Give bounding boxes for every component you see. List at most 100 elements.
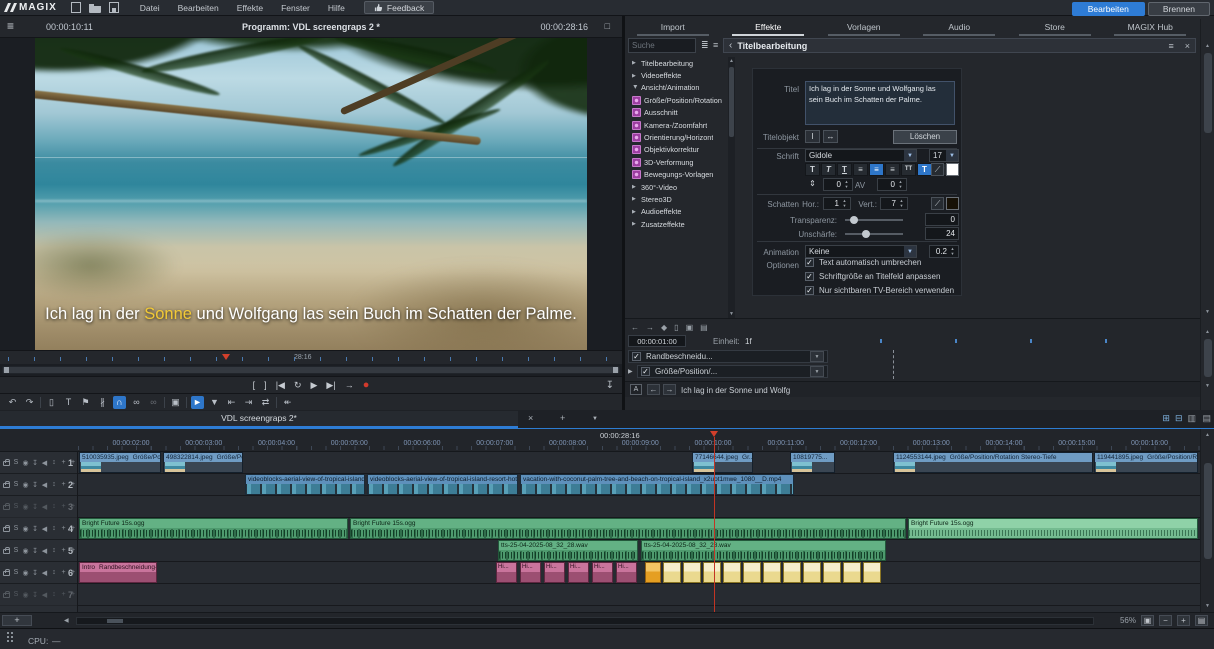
visibility-icon[interactable]: ◉ (22, 591, 29, 599)
clip[interactable]: Hi... (520, 562, 541, 583)
clip[interactable]: 77146644.jpegGr... (692, 452, 753, 473)
timeline-vertical-scrollbar[interactable]: ▲ ▼ (1200, 429, 1214, 612)
tab-audio[interactable]: Audio (912, 19, 1008, 36)
spinner-arrows-icon[interactable]: ▲▼ (948, 246, 957, 256)
clip[interactable]: 1124553144.jpegGröße/Position/Rotation S… (893, 452, 1093, 473)
keyframe-row-crop[interactable]: ✓ Randbeschneidu... ▼ (628, 350, 828, 363)
spinner-arrows-icon[interactable]: ▲▼ (897, 198, 906, 208)
panel-toggle-icon[interactable]: ▤ (1202, 413, 1211, 424)
visibility-icon[interactable]: ◉ (22, 503, 29, 511)
group-button[interactable]: ▣ (169, 396, 182, 409)
solo-button[interactable]: S (13, 459, 20, 466)
fade-icon[interactable]: ↧ (32, 569, 39, 577)
lock-icon[interactable] (3, 549, 10, 554)
panel-scrollbar[interactable]: ▲ ▼ ▲ ▼ (1200, 19, 1214, 410)
kf-next-button[interactable]: → (646, 323, 654, 332)
mode-edit-button[interactable]: Bearbeiten (1072, 2, 1145, 16)
back-icon[interactable]: ‹ (729, 40, 732, 51)
jump-start-button[interactable]: |◀ (276, 380, 285, 391)
scrollbar-handle[interactable] (1204, 339, 1212, 377)
clip[interactable]: 498322814.jpegGröße/Pos... (163, 452, 243, 473)
track-height-icon[interactable]: ↕ (51, 525, 58, 532)
scrollbar-handle[interactable] (107, 619, 123, 623)
font-select[interactable]: Gidole▼ (805, 149, 917, 162)
scroll-down-icon[interactable]: ▼ (728, 311, 735, 317)
shadow-vert-spinner[interactable]: 7▲▼ (880, 197, 908, 210)
clip[interactable] (663, 562, 681, 583)
transparency-value[interactable]: 0 (925, 213, 959, 226)
scroll-up-icon[interactable]: ▲ (1201, 329, 1214, 335)
line-spacing-icon[interactable]: ⇕ (805, 178, 820, 191)
storyboard-view-icon[interactable]: ⊞ (1162, 413, 1170, 424)
clip[interactable] (863, 562, 881, 583)
scroll-left-icon[interactable]: ◀ (64, 617, 69, 624)
chevron-down-icon[interactable]: ▼ (810, 351, 824, 362)
pane-toggle-button[interactable]: ▤ (1195, 615, 1208, 626)
animation-speed-spinner[interactable]: 0.2▲▼ (929, 245, 959, 258)
clip[interactable]: Hi... (592, 562, 613, 583)
clip[interactable] (783, 562, 801, 583)
tree-scrollbar[interactable]: ▲ ▼ (728, 57, 735, 318)
clip[interactable]: Hi... (616, 562, 637, 583)
open-file-icon[interactable] (89, 3, 101, 13)
fx-tree-item[interactable]: ▶Stereo3D (625, 193, 727, 205)
razor-button[interactable]: ∦ (96, 396, 109, 409)
solo-button[interactable]: S (13, 569, 20, 576)
preview-ruler[interactable]: 28:16 (0, 350, 622, 364)
zoom-in-button[interactable]: + (1177, 615, 1190, 626)
maximize-icon[interactable]: □ (605, 21, 610, 31)
underline-button[interactable]: T (837, 163, 852, 176)
tab-import[interactable]: Import (625, 19, 721, 36)
chevron-down-icon[interactable]: ▼ (810, 366, 824, 377)
tab-vorlagen[interactable]: Vorlagen (816, 19, 912, 36)
fx-tree-item[interactable]: 3D-Verformung (625, 156, 727, 168)
fx-tree-item[interactable]: ▶Zusatzeffekte (625, 218, 727, 230)
add-effect-icon[interactable]: + (60, 459, 67, 466)
chevron-down-icon[interactable]: ▼ (904, 246, 916, 257)
clip[interactable] (763, 562, 781, 583)
transparency-slider[interactable] (845, 213, 903, 226)
small-caps-button[interactable]: TT (901, 163, 916, 176)
title-text-input[interactable]: Ich lag in der Sonne und Wolfgang las se… (805, 81, 955, 125)
fade-icon[interactable]: ↧ (32, 591, 39, 599)
slider-knob[interactable] (850, 216, 858, 224)
fx-tree-item[interactable]: ▶Titelbearbeitung (625, 57, 727, 69)
tab-magix-hub[interactable]: MAGIX Hub (1103, 19, 1199, 36)
clip[interactable]: Hi... (544, 562, 565, 583)
delete-button[interactable]: ▯ (45, 396, 58, 409)
checkbox[interactable]: ✓ (641, 367, 650, 376)
track-height-icon[interactable]: ↕ (51, 503, 58, 510)
solo-button[interactable]: S (13, 591, 20, 598)
tab-store[interactable]: Store (1007, 19, 1103, 36)
panel-menu-icon[interactable]: ≡ (1168, 41, 1173, 51)
speaker-icon[interactable]: ◀ (41, 525, 48, 533)
clip[interactable]: tts-25-04-2025-08_32_28.wav (498, 540, 638, 561)
marker-button[interactable]: ⚑ (79, 396, 92, 409)
play-button[interactable]: ▶ (311, 380, 318, 391)
add-tab-icon[interactable]: + (560, 413, 565, 423)
checkbox[interactable]: ✓ (805, 272, 814, 281)
scrollbar-handle[interactable] (1204, 53, 1212, 133)
spinner-arrows-icon[interactable]: ▲▼ (896, 179, 905, 189)
clip[interactable] (645, 562, 661, 583)
scroll-up-icon[interactable]: ▲ (728, 58, 735, 64)
keyframe-row-position[interactable]: ✓ Größe/Position/... ▼ (637, 365, 828, 378)
clip[interactable] (803, 562, 821, 583)
jump-end-button[interactable]: ▶| (326, 380, 335, 391)
shadow-color-swatch[interactable] (946, 197, 959, 210)
clip[interactable]: Hi... (496, 562, 517, 583)
speaker-icon[interactable]: ◀ (41, 569, 48, 577)
tab-effekte[interactable]: Effekte (721, 19, 817, 36)
solo-button[interactable]: S (13, 481, 20, 488)
clip[interactable]: videoblocks-aerial-view-of-tropical-isla… (367, 474, 518, 495)
align-center-button[interactable]: ≡ (869, 163, 884, 176)
timeline-ruler[interactable]: 00:00:28:16 00:00:02:0000:00:03:0000:00:… (0, 429, 1200, 452)
playhead-marker-icon[interactable] (710, 431, 718, 441)
kerning-icon[interactable]: AV (855, 181, 873, 190)
font-size-select[interactable]: 17▼ (929, 149, 959, 162)
shadow-hor-spinner[interactable]: 1▲▼ (823, 197, 851, 210)
fade-icon[interactable]: ↧ (32, 459, 39, 467)
kf-prev-button[interactable]: ← (631, 323, 639, 332)
visibility-icon[interactable]: ◉ (22, 569, 29, 577)
clip[interactable]: Bright Future 15s.ogg (908, 518, 1198, 539)
